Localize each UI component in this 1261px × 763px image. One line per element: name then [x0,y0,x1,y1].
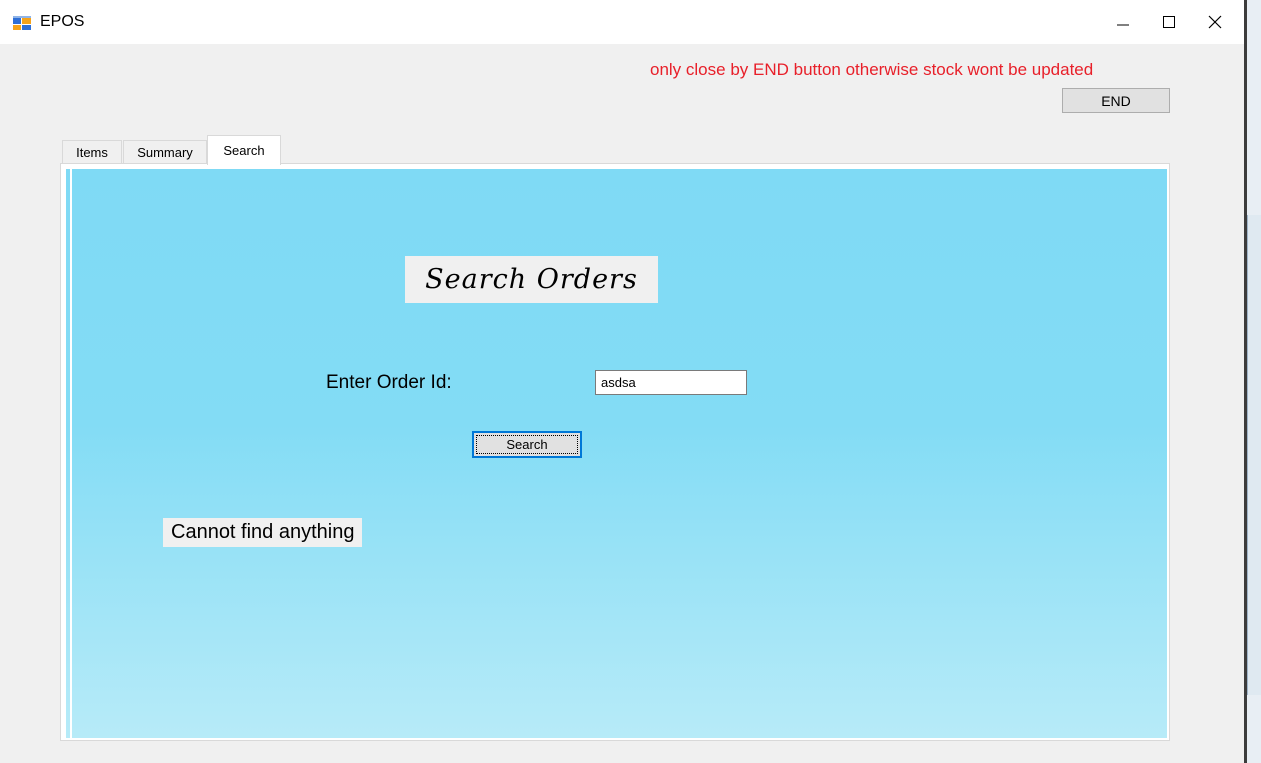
app-window-icon [12,15,32,31]
end-button[interactable]: END [1062,88,1170,113]
maximize-icon [1163,16,1175,28]
order-id-input[interactable] [595,370,747,395]
tab-summary[interactable]: Summary [123,140,207,164]
warning-message: only close by END button otherwise stock… [650,60,1094,79]
focus-rectangle [476,435,578,454]
tab-search[interactable]: Search [207,135,281,165]
maximize-button[interactable] [1146,0,1192,44]
close-button[interactable] [1192,0,1238,44]
background-window-edge [1244,0,1261,763]
search-panel [66,169,1167,738]
page-title: Search Orders [405,256,658,303]
panel-edge [70,169,72,738]
background-panel [1247,215,1261,695]
close-icon [1208,15,1222,29]
window-title: EPOS [40,13,85,30]
minimize-button[interactable] [1100,0,1146,44]
search-result-label: Cannot find anything [163,518,363,547]
tab-items[interactable]: Items [62,140,122,164]
order-id-label: Enter Order Id: [326,372,452,393]
minimize-icon [1117,24,1129,26]
search-button[interactable]: Search [472,431,582,458]
epos-window: EPOS only close by END button otherwise … [0,0,1244,763]
title-bar[interactable]: EPOS [0,0,1244,44]
